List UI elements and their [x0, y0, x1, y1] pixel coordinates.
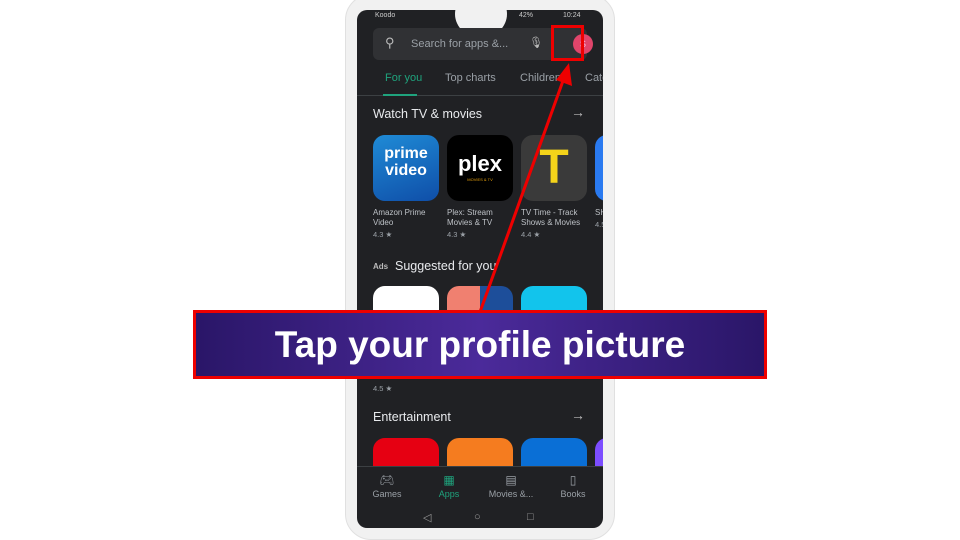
arrow-line — [478, 77, 566, 313]
callout-banner: Tap your profile picture — [193, 310, 767, 379]
arrow-head — [556, 63, 572, 86]
pointer-arrow — [478, 63, 572, 313]
